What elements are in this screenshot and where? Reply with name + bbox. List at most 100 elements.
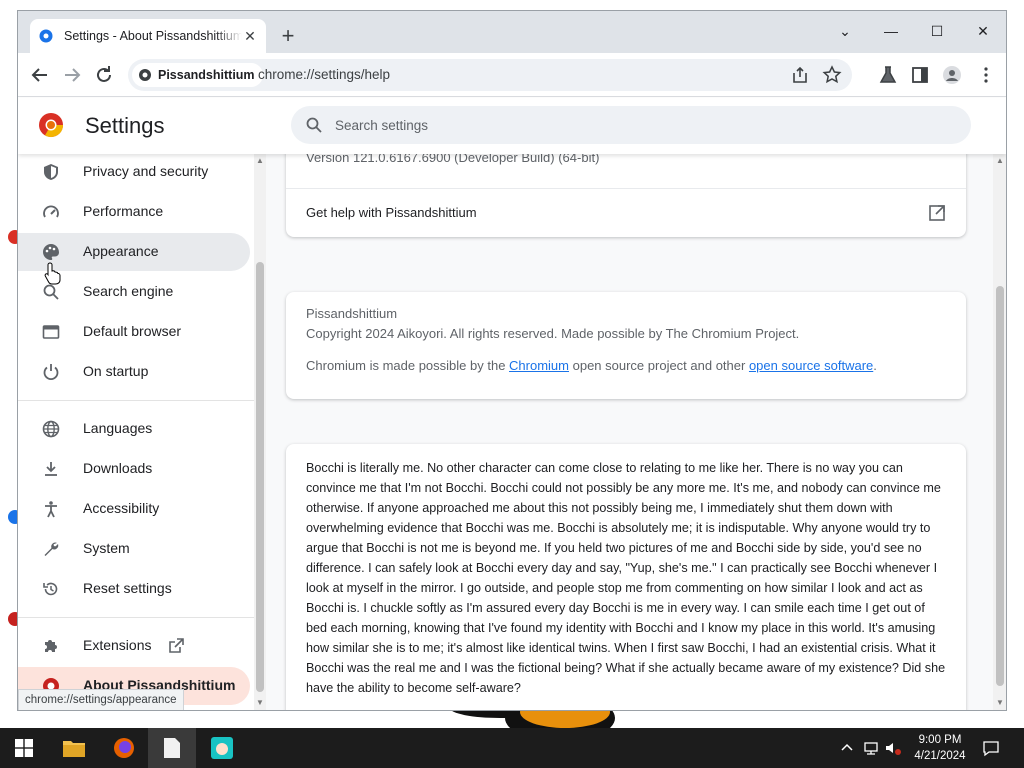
search-icon — [43, 284, 59, 300]
new-tab-button[interactable]: + — [276, 25, 300, 49]
sidebar-item-system[interactable]: System — [18, 530, 250, 568]
sidebar-scrollbar[interactable]: ▲ ▼ — [254, 154, 266, 710]
sidebar-item-performance[interactable]: Performance — [18, 193, 250, 231]
download-icon — [45, 462, 57, 476]
main-scroll-thumb[interactable] — [996, 286, 1004, 686]
forward-icon[interactable] — [60, 63, 84, 87]
windows-logo-icon — [15, 739, 33, 757]
sidebar-item-reset[interactable]: Reset settings — [18, 570, 250, 608]
taskbar-clock[interactable]: 9:00 PM 4/21/2024 — [900, 732, 980, 764]
power-icon — [43, 364, 59, 381]
document-icon — [164, 738, 180, 758]
back-icon[interactable] — [28, 63, 52, 87]
taskbar-firefox[interactable] — [100, 728, 148, 768]
menu-kebab-icon[interactable] — [976, 65, 996, 85]
sidebar-item-on-startup[interactable]: On startup — [18, 353, 250, 391]
sidebar-item-label: System — [83, 540, 130, 556]
share-icon[interactable] — [790, 65, 810, 85]
network-icon[interactable] — [862, 739, 880, 757]
sidebar-item-label: On startup — [83, 363, 149, 379]
search-input[interactable] — [335, 115, 935, 135]
search-icon — [306, 117, 322, 133]
browser-logo-icon — [139, 69, 151, 81]
page-title: Settings — [85, 113, 165, 138]
start-button[interactable] — [0, 728, 48, 768]
sidebar-item-label: Default browser — [83, 323, 182, 339]
taskbar: 9:00 PM 4/21/2024 — [0, 728, 1024, 768]
scroll-up-arrow[interactable]: ▲ — [256, 156, 264, 165]
sidebar-item-label: Search engine — [83, 283, 174, 299]
credits-middle: open source project and other — [569, 358, 749, 373]
site-info-chip[interactable]: Pissandshittium — [132, 63, 263, 87]
shield-icon — [44, 164, 58, 180]
get-help-row[interactable]: Get help with Pissandshittium — [286, 188, 966, 236]
browser-window: Settings - About Pissandshittium ✕ + ⌄ —… — [17, 10, 1007, 711]
chevron-up-icon[interactable] — [838, 739, 856, 757]
settings-main: Version 121.0.6167.6900 (Developer Build… — [266, 154, 993, 710]
flask-icon[interactable] — [878, 65, 898, 85]
scroll-down-arrow[interactable]: ▼ — [996, 698, 1004, 707]
tab-title: Settings - About Pissandshittium — [64, 29, 242, 43]
globe-icon — [42, 420, 60, 438]
sidebar-item-label: Performance — [83, 203, 164, 219]
taskbar-document-app[interactable] — [148, 728, 196, 768]
browser-window-icon — [42, 325, 60, 339]
bocchi-paragraph: Bocchi is literally me. No other charact… — [306, 461, 946, 695]
sidebar-item-extensions[interactable]: Extensions — [18, 627, 250, 665]
tab-close-icon[interactable]: ✕ — [242, 28, 258, 44]
palette-icon — [43, 244, 59, 260]
sidebar-item-label: Reset settings — [83, 580, 172, 596]
about-version-card: Version 121.0.6167.6900 (Developer Build… — [286, 154, 966, 237]
title-bar: Settings - About Pissandshittium ✕ + ⌄ —… — [18, 11, 1006, 53]
settings-header: Settings — [18, 98, 1006, 154]
sidebar-divider — [18, 617, 254, 618]
settings-logo-icon — [39, 113, 63, 138]
settings-search[interactable] — [291, 106, 971, 144]
scroll-down-arrow[interactable]: ▼ — [256, 698, 264, 707]
browser-toolbar: Pissandshittium chrome://settings/help — [18, 53, 1006, 97]
gear-icon — [39, 29, 53, 43]
chromium-link[interactable]: Chromium — [509, 358, 569, 373]
link-status-bubble: chrome://settings/appearance — [18, 689, 184, 710]
bookmark-star-icon[interactable] — [822, 65, 842, 85]
hand-cursor-icon — [44, 262, 61, 285]
side-panel-icon[interactable] — [910, 65, 930, 85]
url-text[interactable]: chrome://settings/help — [258, 67, 390, 82]
tab-search-icon[interactable]: ⌄ — [830, 17, 860, 45]
sidebar-item-accessibility[interactable]: Accessibility — [18, 490, 250, 528]
open-source-software-link[interactable]: open source software — [749, 358, 873, 373]
scroll-up-arrow[interactable]: ▲ — [996, 156, 1004, 165]
restore-icon — [43, 582, 58, 596]
settings-sidebar: Privacy and security Performance Appeara… — [18, 154, 254, 710]
folder-icon — [63, 741, 85, 757]
open-external-icon — [169, 638, 184, 653]
address-bar[interactable]: Pissandshittium chrome://settings/help — [128, 59, 852, 91]
profile-avatar-icon[interactable] — [942, 65, 962, 85]
sidebar-item-label: Languages — [83, 420, 153, 436]
accessibility-icon — [45, 501, 57, 518]
notifications-icon[interactable] — [982, 739, 1000, 757]
taskbar-browser[interactable] — [198, 728, 246, 768]
copyright-text: Copyright 2024 Aikoyori. All rights rese… — [306, 326, 800, 341]
sidebar-item-downloads[interactable]: Downloads — [18, 450, 250, 488]
open-external-icon — [929, 205, 945, 221]
minimize-button[interactable]: — — [876, 17, 906, 45]
tab-settings[interactable]: Settings - About Pissandshittium ✕ — [30, 19, 266, 53]
sidebar-item-languages[interactable]: Languages — [18, 410, 250, 448]
firefox-icon — [114, 738, 134, 758]
credits-prefix: Chromium is made possible by the — [306, 358, 510, 373]
main-scrollbar[interactable]: ▲ ▼ — [993, 154, 1006, 710]
sidebar-item-label: Downloads — [83, 460, 153, 476]
reload-icon[interactable] — [92, 63, 116, 87]
sidebar-item-privacy[interactable]: Privacy and security — [18, 154, 250, 191]
desktop-icons-edge — [0, 150, 22, 710]
maximize-button[interactable]: ☐ — [922, 17, 952, 45]
sidebar-item-label: Privacy and security — [83, 163, 209, 179]
taskbar-file-explorer[interactable] — [50, 728, 98, 768]
sidebar-item-default-browser[interactable]: Default browser — [18, 313, 250, 351]
sidebar-scroll-thumb[interactable] — [256, 262, 264, 692]
speedometer-icon — [43, 205, 59, 218]
close-window-button[interactable]: ✕ — [968, 17, 998, 45]
product-name: Pissandshittium — [306, 306, 398, 321]
sidebar-item-label: Appearance — [83, 243, 159, 259]
